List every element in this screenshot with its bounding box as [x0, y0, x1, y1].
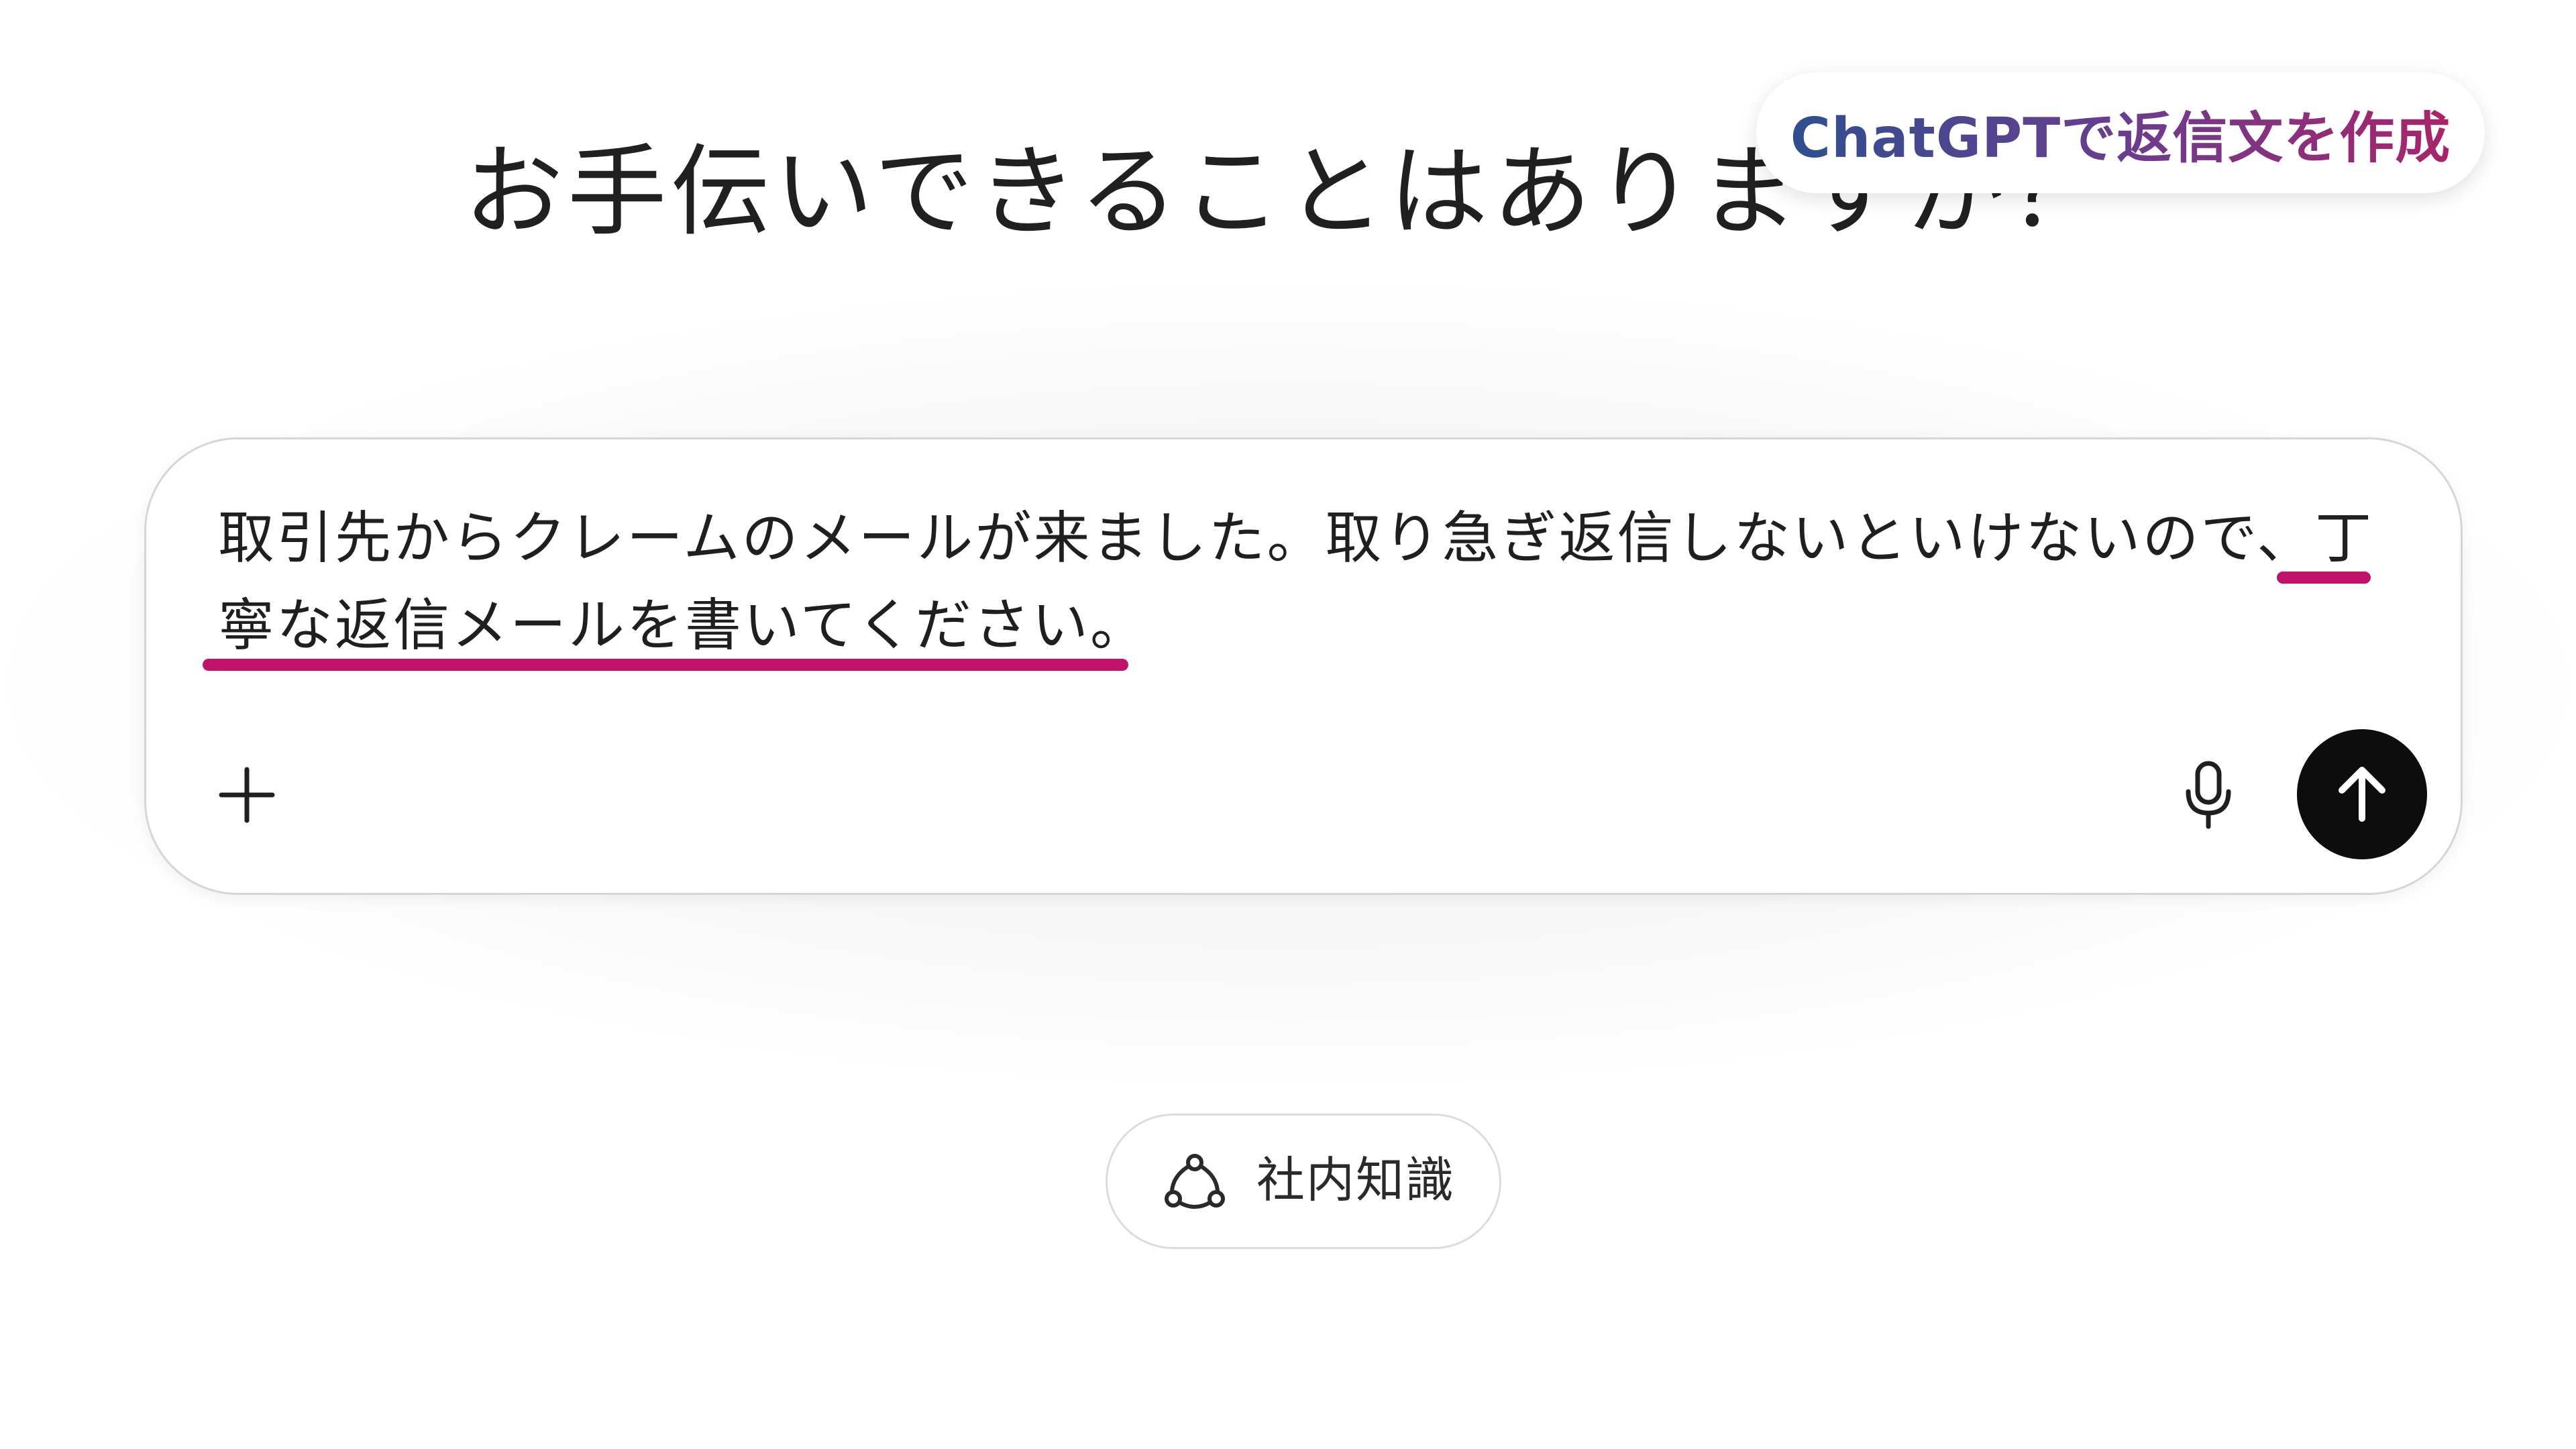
title-badge: ChatGPTで返信文を作成	[1756, 72, 2485, 193]
send-button[interactable]	[2297, 729, 2427, 859]
prompt-text-line-2[interactable]: 寧な返信メールを書いてください。	[218, 597, 1148, 653]
connected-sources-icon	[1165, 1154, 1225, 1209]
internal-knowledge-button[interactable]: 社内知識	[1106, 1114, 1501, 1249]
highlight-underline	[2277, 572, 2371, 584]
internal-knowledge-label: 社内知識	[1256, 1152, 1456, 1208]
microphone-icon	[2186, 761, 2231, 829]
plus-icon	[219, 767, 275, 823]
arrow-up-icon	[2339, 767, 2385, 822]
title-badge-text: ChatGPTで返信文を作成	[1790, 93, 2451, 173]
prompt-text-line-1[interactable]: 取引先からクレームのメールが来ました。取り急ぎ返信しないといけないので、丁	[218, 510, 2373, 566]
voice-input-button[interactable]	[2175, 758, 2242, 832]
add-attachment-button[interactable]	[213, 761, 280, 828]
highlight-underline	[203, 659, 1128, 671]
